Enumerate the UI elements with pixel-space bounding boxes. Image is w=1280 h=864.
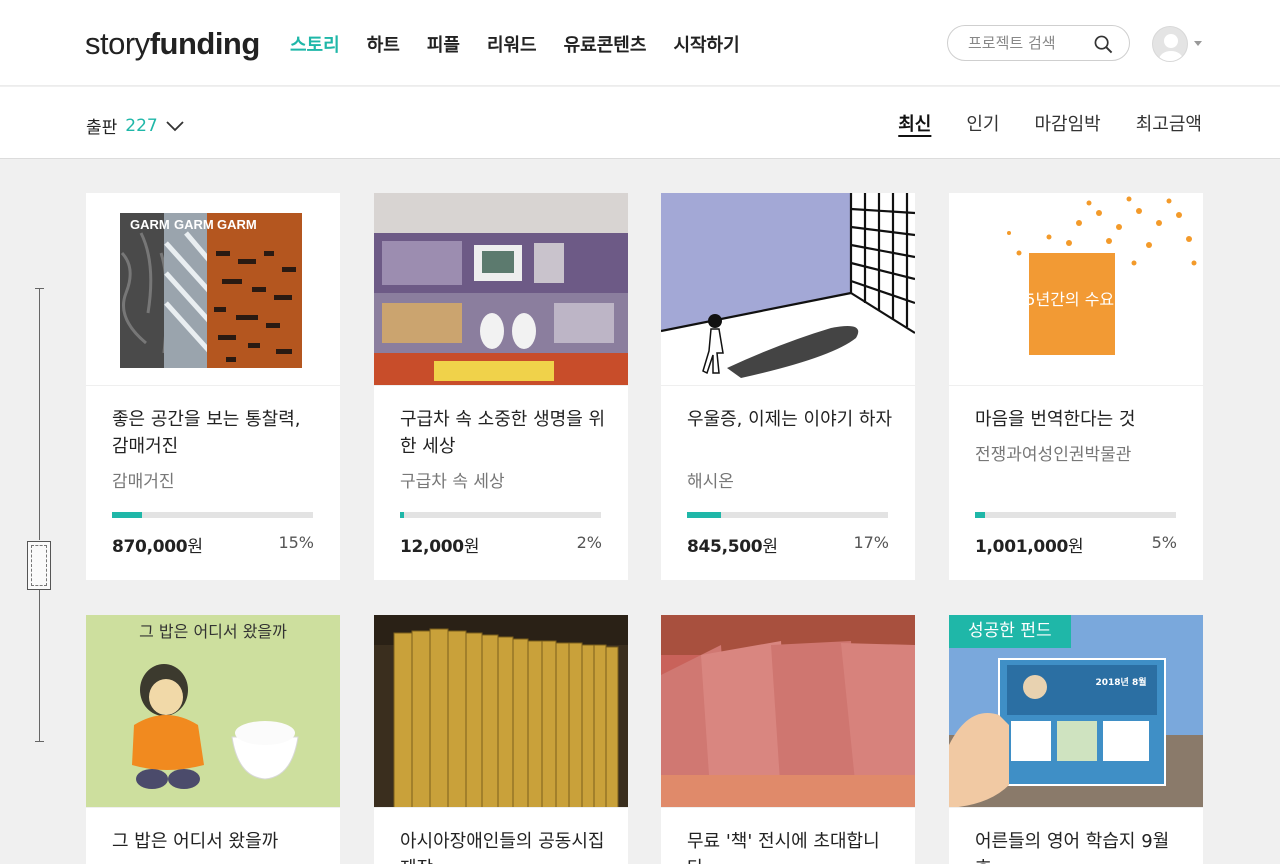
main-nav: 스토리 하트 피플 리워드 유료콘텐츠 시작하기 [290,31,740,57]
side-stamp-icon[interactable] [27,541,51,590]
chevron-down-icon [166,120,184,131]
category-dropdown[interactable]: 출판 227 [86,113,184,138]
project-thumbnail [661,193,915,386]
project-title[interactable]: 우울증, 이제는 이야기 하자 [687,406,893,433]
top-navigation-bar: storyfunding 스토리 하트 피플 리워드 유료콘텐츠 시작하기 [0,0,1280,86]
project-card[interactable]: 그 밥은 어디서 왔을까 그 밥은 어디서 왔을까 [86,615,340,864]
funding-amount: 845,500원 [687,537,778,557]
funding-progress-bar [400,512,601,518]
sort-popular[interactable]: 인기 [966,110,999,136]
nav-item-start[interactable]: 시작하기 [673,31,739,57]
user-avatar-icon[interactable] [1152,26,1188,62]
funding-progress-bar [687,512,888,518]
search-input[interactable] [968,33,1088,53]
category-count: 227 [125,115,158,136]
project-title[interactable]: 좋은 공간을 보는 통찰력, 감매거진 [112,406,318,460]
project-creator: 전쟁과여성인권박물관 [975,445,1132,465]
project-title[interactable]: 아시아장애인들의 공동시집 제작 [400,828,606,864]
side-rail-line [39,590,40,742]
sort-deadline[interactable]: 마감임박 [1035,110,1101,136]
svg-text:2018년 8월: 2018년 8월 [1095,676,1146,688]
funding-amount: 870,000원 [112,537,203,557]
category-label: 출판 [86,118,118,138]
project-creator: 해시온 [687,472,734,492]
svg-text:GARM: GARM [130,217,170,232]
nav-item-people[interactable]: 피플 [427,31,460,57]
project-card[interactable]: 무료 '책' 전시에 초대합니다 [661,615,915,864]
nav-item-paid-content[interactable]: 유료콘텐츠 [564,31,647,57]
project-title[interactable]: 어른들의 영어 학습지 9월호 [975,828,1181,864]
nav-item-reward[interactable]: 리워드 [487,31,537,57]
filter-bar: 출판 227 최신 인기 마감임박 최고금액 [0,87,1280,159]
project-card[interactable]: GARM GARM GARM 좋은 공간을 보는 통찰력, 감매거진 감매거진 … [86,193,340,580]
project-card[interactable]: 2018년 8월 성공한 펀드 어른들의 영어 학습지 9월호 [949,615,1203,864]
svg-text:GARM: GARM [217,217,257,232]
project-title[interactable]: 구급차 속 소중한 생명을 위한 세상 [400,406,606,460]
svg-text:GARM: GARM [174,217,214,232]
project-thumbnail: 25년간의 수요일 [949,193,1203,386]
funding-amount: 12,000원 [400,537,480,557]
project-thumbnail [661,615,915,808]
side-rail-tick [35,741,44,742]
project-card[interactable]: 아시아장애인들의 공동시집 제작 [374,615,628,864]
search-icon[interactable] [1094,35,1113,54]
project-thumbnail: GARM GARM GARM [86,193,340,386]
sort-tabs: 최신 인기 마감임박 최고금액 [898,110,1202,136]
funding-percent: 15% [278,533,314,552]
project-creator: 감매거진 [112,472,175,492]
svg-text:25년간의 수요일: 25년간의 수요일 [1015,290,1129,309]
funding-progress-bar [975,512,1176,518]
funding-percent: 17% [853,533,889,552]
project-thumbnail [374,615,628,808]
side-rail-tick [35,288,44,289]
nav-item-heart[interactable]: 하트 [367,31,400,57]
nav-item-story[interactable]: 스토리 [290,31,340,57]
project-card[interactable]: 구급차 속 소중한 생명을 위한 세상 구급차 속 세상 12,000원 2% [374,193,628,580]
project-search-box [947,25,1130,61]
funding-progress-bar [112,512,313,518]
funding-percent: 5% [1151,533,1177,552]
project-thumbnail [374,193,628,386]
side-rail-line [39,288,40,540]
project-title[interactable]: 무료 '책' 전시에 초대합니다 [687,828,893,864]
project-card[interactable]: 25년간의 수요일 마음을 번역한다는 것 전쟁과여성인권박물관 1,001,0… [949,193,1203,580]
success-badge: 성공한 펀드 [949,615,1071,648]
project-card[interactable]: 우울증, 이제는 이야기 하자 해시온 845,500원 17% [661,193,915,580]
funding-amount: 1,001,000원 [975,537,1084,557]
funding-percent: 2% [576,533,602,552]
caret-down-icon[interactable] [1194,41,1202,46]
storyfunding-logo[interactable]: storyfunding [85,26,260,62]
sort-latest[interactable]: 최신 [898,110,931,136]
svg-text:그 밥은 어디서 왔을까: 그 밥은 어디서 왔을까 [139,622,287,641]
project-thumbnail: 그 밥은 어디서 왔을까 [86,615,340,808]
project-creator: 구급차 속 세상 [400,472,505,492]
project-title[interactable]: 그 밥은 어디서 왔을까 [112,828,318,855]
sort-highest-amount[interactable]: 최고금액 [1136,110,1202,136]
project-title[interactable]: 마음을 번역한다는 것 [975,406,1181,433]
